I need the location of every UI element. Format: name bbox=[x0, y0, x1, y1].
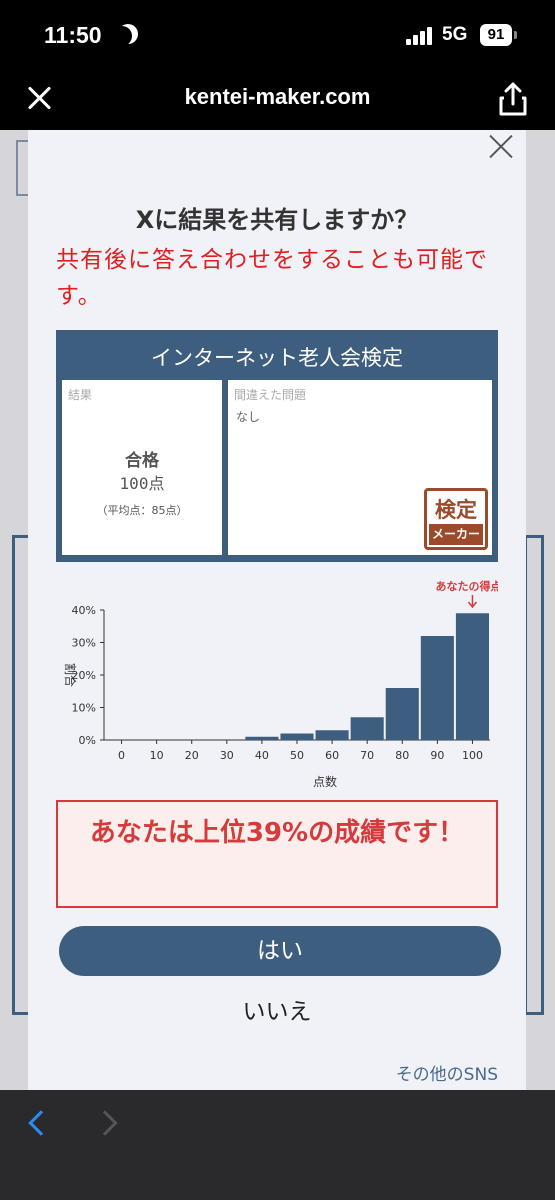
browser-toolbar bbox=[0, 1090, 555, 1200]
x-axis-label: 点数 bbox=[313, 774, 337, 789]
score-distribution-chart: 0% 10% 20% 30% 40% 0 10 20 30 40 50 60 70 80 90 100 点数 割合… bbox=[56, 575, 498, 795]
chart-bar bbox=[350, 717, 384, 740]
y-tick-label: 40% bbox=[72, 604, 96, 617]
y-tick-label: 30% bbox=[72, 637, 96, 650]
x-tick-label: 70 bbox=[360, 749, 374, 762]
x-tick-label: 20 bbox=[185, 749, 199, 762]
back-icon[interactable] bbox=[28, 1110, 54, 1136]
logo-line2: メーカー bbox=[429, 524, 483, 545]
url-label[interactable]: kentei-maker.com bbox=[0, 84, 555, 110]
y-tick-label: 10% bbox=[72, 702, 96, 715]
x-tick-label: 50 bbox=[290, 749, 304, 762]
x-tick-label: 100 bbox=[462, 749, 483, 762]
other-sns-link[interactable]: その他のSNS bbox=[396, 1060, 498, 1085]
y-axis-label: 割合 bbox=[63, 663, 78, 687]
result-panel: 結果 合格 100点 （平均点：85点） bbox=[62, 380, 222, 555]
chart-bar bbox=[315, 730, 349, 740]
score-annotation: あなたの得点 bbox=[435, 579, 498, 593]
y-tick-label: 0% bbox=[79, 734, 96, 747]
status-time: 11:50 bbox=[44, 22, 102, 48]
signal-icon bbox=[406, 27, 436, 45]
mistakes-panel: 間違えた問題 なし 検定 メーカー bbox=[228, 380, 492, 555]
chart-bar bbox=[385, 688, 419, 740]
share-modal: Xに結果を共有しますか？ 共有後に答え合わせをすることも可能です。 インターネッ… bbox=[28, 130, 526, 1090]
rank-box: あなたは上位39%の成績です！ bbox=[56, 800, 498, 908]
background-frame bbox=[524, 535, 544, 1015]
status-bar: 11:50 5G 91 bbox=[0, 0, 555, 72]
x-tick-label: 60 bbox=[325, 749, 339, 762]
chart-svg: 0%10%20%30%40%0 10 20 30 40 50 60 70 80 90 100点数割合… bbox=[63, 579, 498, 789]
x-tick-label: 10 bbox=[150, 749, 164, 762]
battery-cap bbox=[514, 31, 517, 39]
share-icon[interactable] bbox=[498, 82, 528, 116]
modal-title: Xに結果を共有しますか？ bbox=[135, 206, 419, 234]
chart-bar bbox=[280, 733, 314, 740]
chart-bar bbox=[245, 736, 279, 740]
chart-bar bbox=[420, 636, 454, 740]
chart-bar bbox=[455, 613, 489, 740]
kentei-maker-logo: 検定 メーカー bbox=[424, 488, 488, 550]
mistakes-value: なし bbox=[236, 410, 261, 424]
x-tick-label: 40 bbox=[255, 749, 269, 762]
forward-icon[interactable] bbox=[92, 1110, 118, 1136]
certificate-title: インターネット老人会検定 bbox=[151, 346, 403, 370]
browser-header: kentei-maker.com bbox=[0, 72, 555, 130]
no-button[interactable]: いいえ bbox=[28, 992, 526, 1026]
result-label: 結果 bbox=[68, 388, 93, 402]
x-tick-label: 0 bbox=[118, 749, 125, 762]
battery-icon: 91 bbox=[480, 24, 512, 46]
modal-note: 共有後に答え合わせをすることも可能です。 bbox=[56, 247, 488, 309]
average-label: （平均点：85点） bbox=[96, 504, 188, 517]
modal-close-icon[interactable] bbox=[488, 134, 514, 160]
yes-button[interactable]: はい bbox=[59, 926, 501, 976]
pass-label: 合格 bbox=[125, 451, 159, 471]
x-tick-label: 30 bbox=[220, 749, 234, 762]
rank-text: あなたは上位39%の成績です！ bbox=[89, 818, 465, 848]
mistakes-label: 間違えた問題 bbox=[234, 388, 307, 402]
network-label: 5G bbox=[442, 24, 468, 45]
certificate-card: インターネット老人会検定 結果 合格 100点 （平均点：85点） 間違えた問題… bbox=[56, 330, 498, 562]
x-tick-label: 80 bbox=[395, 749, 409, 762]
moon-icon bbox=[112, 26, 132, 46]
x-tick-label: 90 bbox=[430, 749, 444, 762]
score-label: 100点 bbox=[119, 474, 165, 493]
logo-line1: 検定 bbox=[435, 498, 477, 522]
